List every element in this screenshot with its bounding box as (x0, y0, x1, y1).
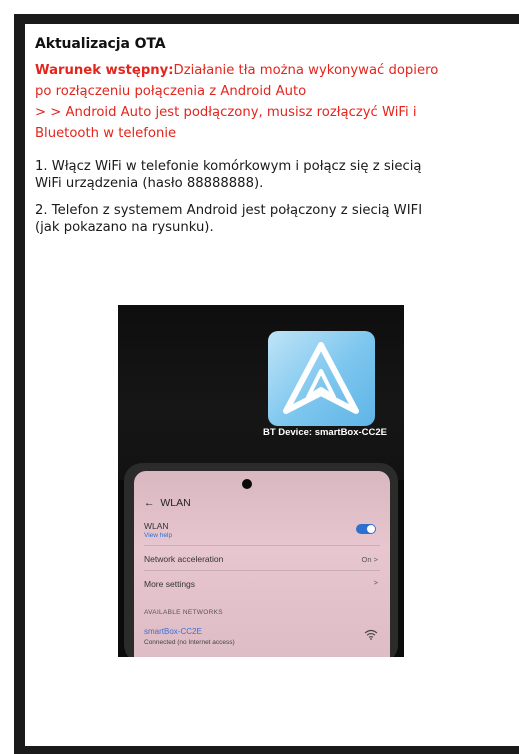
setup-photo: BT Device: smartBox-CC2E ← WLAN WLAN Vie… (118, 305, 404, 657)
bt-device-label: BT Device: smartBox-CC2E (262, 427, 388, 438)
network-name[interactable]: smartBox-CC2E (144, 627, 202, 636)
chevron-right-icon: > (373, 578, 378, 587)
phone-screen: ← WLAN WLAN View help Network accelerati… (134, 471, 390, 657)
step-2-line-1: 2. Telefon z systemem Android jest połąc… (35, 203, 423, 218)
network-status: Connected (no Internet access) (144, 639, 235, 646)
precondition-text-1: Działanie tła można wykonywać dopiero (173, 63, 439, 78)
wlan-toggle-label: WLAN (144, 521, 169, 531)
android-auto-logo-icon (268, 331, 375, 426)
precondition-line-4: Bluetooth w telefonie (35, 126, 177, 141)
precondition-line-3: > > Android Auto jest podłączony, musisz… (35, 105, 417, 120)
wifi-signal-icon (364, 629, 378, 642)
wlan-header: ← WLAN (144, 497, 191, 509)
back-arrow-icon[interactable]: ← (144, 497, 155, 509)
network-acceleration-item[interactable]: Network acceleration (144, 554, 223, 564)
head-unit-screen: BT Device: smartBox-CC2E (118, 305, 404, 480)
document-content: Aktualizacja OTA Warunek wstępny:Działan… (35, 36, 519, 236)
view-help-link[interactable]: View help (144, 532, 172, 539)
phone: ← WLAN WLAN View help Network accelerati… (124, 463, 398, 657)
step-1-line-2: WiFi urządzenia (hasło 88888888). (35, 176, 264, 191)
step-2-line-2: (jak pokazano na rysunku). (35, 220, 214, 235)
available-networks-heading: AVAILABLE NETWORKS (144, 609, 223, 616)
step-1-line-1: 1. Włącz WiFi w telefonie komórkowym i p… (35, 159, 422, 174)
wlan-toggle[interactable] (356, 524, 376, 534)
wlan-header-title: WLAN (160, 497, 191, 509)
more-settings-item[interactable]: More settings (144, 579, 195, 589)
camera-icon (242, 479, 252, 489)
precondition-line-2: po rozłączeniu połączenia z Android Auto (35, 84, 307, 99)
precondition-line-1: Warunek wstępny:Działanie tła można wyko… (35, 60, 519, 81)
section-title: Aktualizacja OTA (35, 36, 166, 52)
network-acceleration-value: On > (361, 555, 378, 564)
precondition-label: Warunek wstępny: (35, 63, 174, 78)
